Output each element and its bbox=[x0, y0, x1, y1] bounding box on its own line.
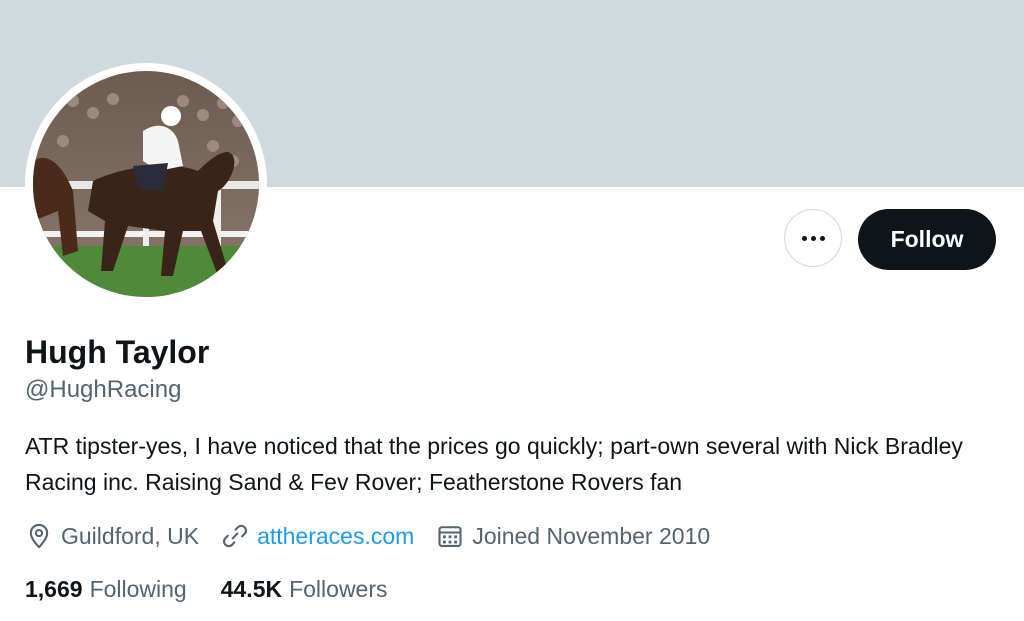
location-item: Guildford, UK bbox=[25, 522, 199, 550]
location-pin-icon bbox=[29, 523, 49, 549]
profile-avatar[interactable] bbox=[25, 63, 267, 305]
more-horizontal-icon bbox=[801, 235, 807, 241]
following-count: 1,669 bbox=[25, 575, 83, 602]
more-dot bbox=[810, 235, 816, 241]
link-icon bbox=[223, 524, 248, 548]
following-label: Following bbox=[89, 575, 187, 602]
website-item[interactable]: attheraces.com bbox=[221, 522, 414, 550]
location-text: Guildford, UK bbox=[61, 522, 200, 549]
profile-stats: 1,669 Following 44.5K Followers bbox=[25, 572, 422, 606]
following-stat-link[interactable]: 1,669 Following bbox=[25, 576, 187, 603]
more-options-button[interactable] bbox=[784, 209, 842, 267]
profile-meta: Guildford, UK attheraces.com Joined Nove… bbox=[25, 518, 732, 554]
more-dot bbox=[819, 235, 825, 241]
user-handle: @HughRacing bbox=[25, 376, 182, 403]
calendar-icon bbox=[438, 526, 462, 547]
followers-count: 44.5K bbox=[220, 575, 283, 602]
profile-bio: ATR tipster-yes, I have noticed that the… bbox=[25, 433, 963, 495]
website-link[interactable]: attheraces.com bbox=[257, 523, 414, 550]
joined-item: Joined November 2010 bbox=[436, 522, 710, 550]
follow-button[interactable]: Follow bbox=[858, 209, 996, 270]
followers-label: Followers bbox=[289, 575, 388, 602]
avatar-photo bbox=[33, 71, 259, 297]
followers-stat-link[interactable]: 44.5K Followers bbox=[221, 576, 388, 603]
joined-date-text: Joined November 2010 bbox=[472, 522, 711, 549]
display-name: Hugh Taylor bbox=[25, 334, 210, 370]
